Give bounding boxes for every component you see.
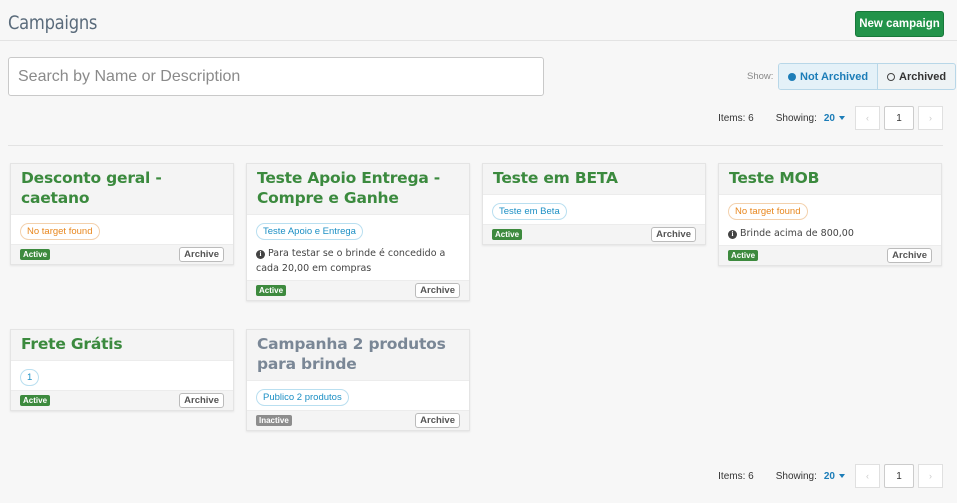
campaign-body: No target found i Brinde acima de 800,00 — [719, 195, 941, 245]
campaign-title[interactable]: Frete Grátis — [11, 330, 233, 361]
page-header: Campaigns New campaign — [0, 0, 957, 41]
campaign-card[interactable]: Frete Grátis 1 Active Archive — [10, 329, 234, 411]
chevron-right-icon: › — [929, 113, 932, 123]
caret-down-icon — [839, 473, 845, 478]
page-size-select[interactable]: 20 — [824, 471, 845, 482]
campaign-footer: Inactive Archive — [247, 410, 469, 430]
status-badge: Active — [20, 249, 51, 260]
next-page-button[interactable]: › — [918, 106, 943, 130]
campaign-target-tag: 1 — [20, 369, 40, 386]
page-number-field[interactable]: 1 — [884, 464, 914, 488]
search-input[interactable] — [8, 57, 544, 96]
campaign-footer: Active Archive — [247, 280, 469, 300]
campaign-title[interactable]: Teste MOB — [719, 164, 941, 195]
status-badge: Active — [728, 250, 759, 261]
archive-button[interactable]: Archive — [179, 393, 224, 408]
page-size-value: 20 — [823, 112, 835, 124]
filter-archived-option[interactable]: Archived — [878, 64, 955, 89]
campaign-card[interactable]: Teste em BETA Teste em Beta Active Archi… — [482, 163, 706, 245]
pagination-bottom: Items: 6 Showing: 20 ‹ 1 › — [718, 464, 943, 488]
filter-not-archived-option[interactable]: Not Archived — [779, 64, 879, 89]
campaign-title[interactable]: Teste em BETA — [483, 164, 705, 195]
campaign-description-text: Brinde acima de 800,00 — [740, 228, 854, 239]
filter-not-archived-label: Not Archived — [800, 70, 869, 83]
archive-button[interactable]: Archive — [415, 283, 460, 298]
campaign-footer: Active Archive — [719, 245, 941, 265]
status-badge: Inactive — [256, 415, 292, 426]
chevron-left-icon: ‹ — [866, 113, 869, 123]
archive-button[interactable]: Archive — [887, 248, 932, 263]
status-badge: Active — [256, 285, 287, 296]
campaign-description: i Para testar se o brinde é concedido a c… — [256, 246, 460, 276]
items-count: Items: 6 — [718, 470, 754, 482]
campaign-body: Teste em Beta — [483, 195, 705, 224]
info-icon: i — [728, 230, 737, 239]
archive-button[interactable]: Archive — [179, 247, 224, 262]
items-count: Items: 6 — [718, 112, 754, 124]
campaign-body: Publico 2 produtos — [247, 381, 469, 410]
campaign-target-tag: No target found — [728, 203, 808, 220]
radio-selected-icon — [788, 72, 796, 81]
campaign-description-text: Para testar se o brinde é concedido a ca… — [256, 248, 446, 274]
status-badge: Active — [492, 229, 523, 240]
campaign-title[interactable]: Teste Apoio Entrega - Compre e Ganhe — [247, 164, 469, 215]
pagination-top: Items: 6 Showing: 20 ‹ 1 › — [718, 106, 943, 130]
info-icon: i — [256, 250, 265, 259]
chevron-left-icon: ‹ — [866, 471, 869, 481]
campaign-body: No target found — [11, 215, 233, 244]
showing-label: Showing: — [775, 112, 817, 124]
campaign-target-tag: No target found — [20, 223, 100, 240]
divider — [8, 145, 943, 146]
archive-button[interactable]: Archive — [415, 413, 460, 428]
campaign-target-tag: Publico 2 produtos — [256, 389, 349, 406]
filter-archived-label: Archived — [899, 70, 947, 83]
caret-down-icon — [839, 115, 845, 120]
campaign-card[interactable]: Campanha 2 produtos para brinde Publico … — [246, 329, 470, 431]
status-badge: Active — [20, 395, 51, 406]
archive-button[interactable]: Archive — [651, 227, 696, 242]
campaign-card[interactable]: Teste Apoio Entrega - Compre e Ganhe Tes… — [246, 163, 470, 301]
radio-unselected-icon — [887, 72, 896, 81]
page-title: Campaigns — [8, 12, 98, 34]
prev-page-button[interactable]: ‹ — [855, 464, 880, 488]
campaign-footer: Active Archive — [11, 390, 233, 410]
page-number-field[interactable]: 1 — [884, 106, 914, 130]
campaign-title[interactable]: Campanha 2 produtos para brinde — [247, 330, 469, 381]
page-size-value: 20 — [823, 470, 835, 482]
campaign-card[interactable]: Teste MOB No target found i Brinde acima … — [718, 163, 942, 266]
campaign-body: 1 — [11, 361, 233, 390]
page-size-select[interactable]: 20 — [824, 113, 845, 124]
campaign-footer: Active Archive — [11, 244, 233, 264]
chevron-right-icon: › — [929, 471, 932, 481]
campaign-target-tag: Teste em Beta — [492, 203, 567, 220]
campaign-footer: Active Archive — [483, 224, 705, 244]
new-campaign-button[interactable]: New campaign — [855, 11, 944, 37]
showing-label: Showing: — [775, 470, 817, 482]
next-page-button[interactable]: › — [918, 464, 943, 488]
campaign-body: Teste Apoio e Entrega i Para testar se o … — [247, 215, 469, 280]
archive-filter-toggle: Not Archived Archived — [778, 63, 957, 90]
campaign-description: i Brinde acima de 800,00 — [728, 226, 932, 241]
campaign-card[interactable]: Desconto geral - caetano No target found… — [10, 163, 234, 265]
campaign-target-tag: Teste Apoio e Entrega — [256, 223, 363, 240]
prev-page-button[interactable]: ‹ — [855, 106, 880, 130]
campaign-title[interactable]: Desconto geral - caetano — [11, 164, 233, 215]
show-filter-label: Show: — [747, 71, 774, 82]
